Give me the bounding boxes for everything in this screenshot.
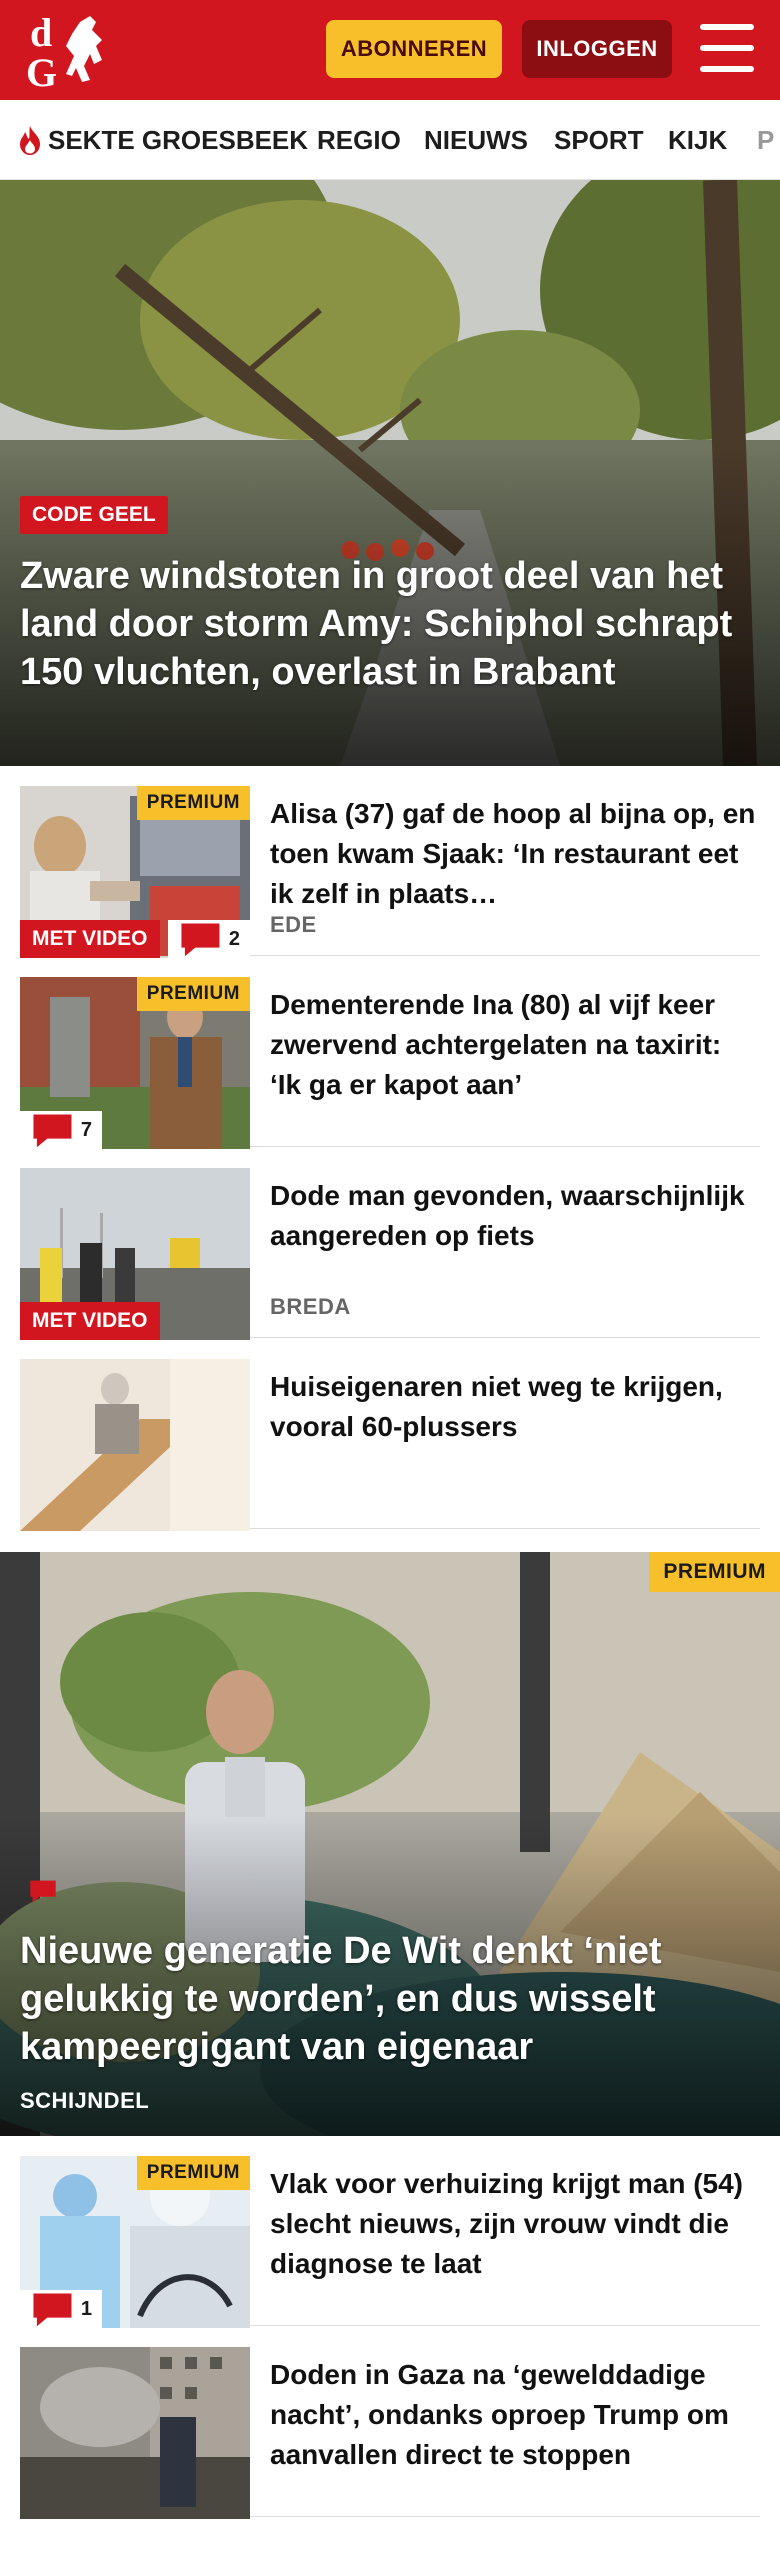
list-item[interactable]: PREMIUM 1 Vlak voor verhuizing krijgt ma… bbox=[20, 2136, 760, 2328]
list-item[interactable]: Doden in Gaza na ‘gewelddadige nacht’, o… bbox=[20, 2327, 760, 2519]
premium-badge: PREMIUM bbox=[649, 1552, 780, 1592]
article-thumbnail: MET VIDEO bbox=[20, 1168, 250, 1340]
article-thumbnail: PREMIUM 7 bbox=[20, 977, 250, 1149]
article-title[interactable]: Huiseigenaren niet weg te krijgen, voora… bbox=[270, 1367, 760, 1447]
nav-item-sekte-groesbeek[interactable]: SEKTE GROESBEEK bbox=[16, 100, 309, 179]
login-button[interactable]: INLOGGEN bbox=[522, 20, 672, 78]
comment-count: 2 bbox=[168, 920, 250, 958]
article-title[interactable]: Alisa (37) gaf de hoop al bijna op, en t… bbox=[270, 794, 760, 914]
nav-item-kijk[interactable]: KIJK bbox=[668, 100, 727, 179]
article-thumbnail bbox=[20, 2347, 250, 2519]
list-item[interactable]: PREMIUM 7 Dementerende Ina (80) al vijf … bbox=[20, 957, 760, 1149]
feature-article[interactable]: PREMIUM Nieuwe generatie De Wit denkt ‘n… bbox=[0, 1552, 780, 2136]
article-location: BREDA bbox=[270, 1294, 351, 1319]
nav-item-overflow[interactable]: P bbox=[757, 100, 774, 179]
code-geel-label: CODE GEEL bbox=[20, 496, 168, 534]
svg-text:d: d bbox=[30, 10, 52, 55]
svg-text:G: G bbox=[26, 50, 57, 92]
list-item[interactable]: Huiseigenaren niet weg te krijgen, voora… bbox=[20, 1339, 760, 1531]
article-title[interactable]: Dementerende Ina (80) al vijf keer zwerv… bbox=[270, 985, 760, 1105]
video-badge: MET VIDEO bbox=[20, 920, 160, 958]
premium-badge: PREMIUM bbox=[136, 977, 250, 1011]
comment-icon bbox=[181, 923, 220, 957]
hamburger-menu-icon[interactable] bbox=[700, 24, 754, 72]
article-title[interactable]: Vlak voor verhuizing krijgt man (54) sle… bbox=[270, 2164, 760, 2284]
article-location: EDE bbox=[270, 912, 317, 937]
hero-article[interactable]: CODE GEEL Zware windstoten in groot deel… bbox=[0, 180, 780, 766]
premium-badge: PREMIUM bbox=[136, 2156, 250, 2190]
section-nav: SEKTE GROESBEEK REGIO NIEUWS SPORT KIJK … bbox=[0, 100, 780, 180]
nav-item-nieuws[interactable]: NIEUWS bbox=[424, 100, 528, 179]
feature-title[interactable]: Nieuwe generatie De Wit denkt ‘niet gelu… bbox=[20, 1927, 760, 2071]
list-item[interactable]: PREMIUM MET VIDEO 2 Alisa (37) gaf de ho… bbox=[20, 766, 760, 958]
comment-icon bbox=[33, 1114, 72, 1148]
comment-icon bbox=[30, 1880, 56, 1903]
dg-logo-icon[interactable]: d G bbox=[22, 10, 122, 92]
video-badge: MET VIDEO bbox=[20, 1302, 160, 1340]
hero-title[interactable]: Zware windstoten in groot deel van het l… bbox=[20, 552, 740, 696]
nav-item-sport[interactable]: SPORT bbox=[554, 100, 644, 179]
top-bar: d G ABONNEREN INLOGGEN bbox=[0, 0, 780, 100]
article-title[interactable]: Dode man gevonden, waarschijn­lijk aange… bbox=[270, 1176, 760, 1256]
feature-location: SCHIJNDEL bbox=[20, 2088, 150, 2113]
flame-icon bbox=[20, 126, 40, 155]
article-title[interactable]: Doden in Gaza na ‘gewelddadige nacht’, o… bbox=[270, 2355, 760, 2475]
subscribe-button[interactable]: ABONNEREN bbox=[326, 20, 502, 78]
comment-icon bbox=[33, 2293, 72, 2327]
comment-count: 1 bbox=[20, 2290, 103, 2328]
premium-badge: PREMIUM bbox=[136, 786, 250, 820]
list-item[interactable]: MET VIDEO Dode man gevonden, waarschijn­… bbox=[20, 1148, 760, 1340]
nav-label: SEKTE GROESBEEK bbox=[48, 124, 309, 155]
nav-item-regio[interactable]: REGIO bbox=[317, 100, 401, 179]
comment-count: 7 bbox=[20, 1111, 103, 1149]
article-thumbnail bbox=[20, 1359, 250, 1531]
article-thumbnail: PREMIUM 1 bbox=[20, 2156, 250, 2328]
article-thumbnail: PREMIUM MET VIDEO 2 bbox=[20, 786, 250, 958]
